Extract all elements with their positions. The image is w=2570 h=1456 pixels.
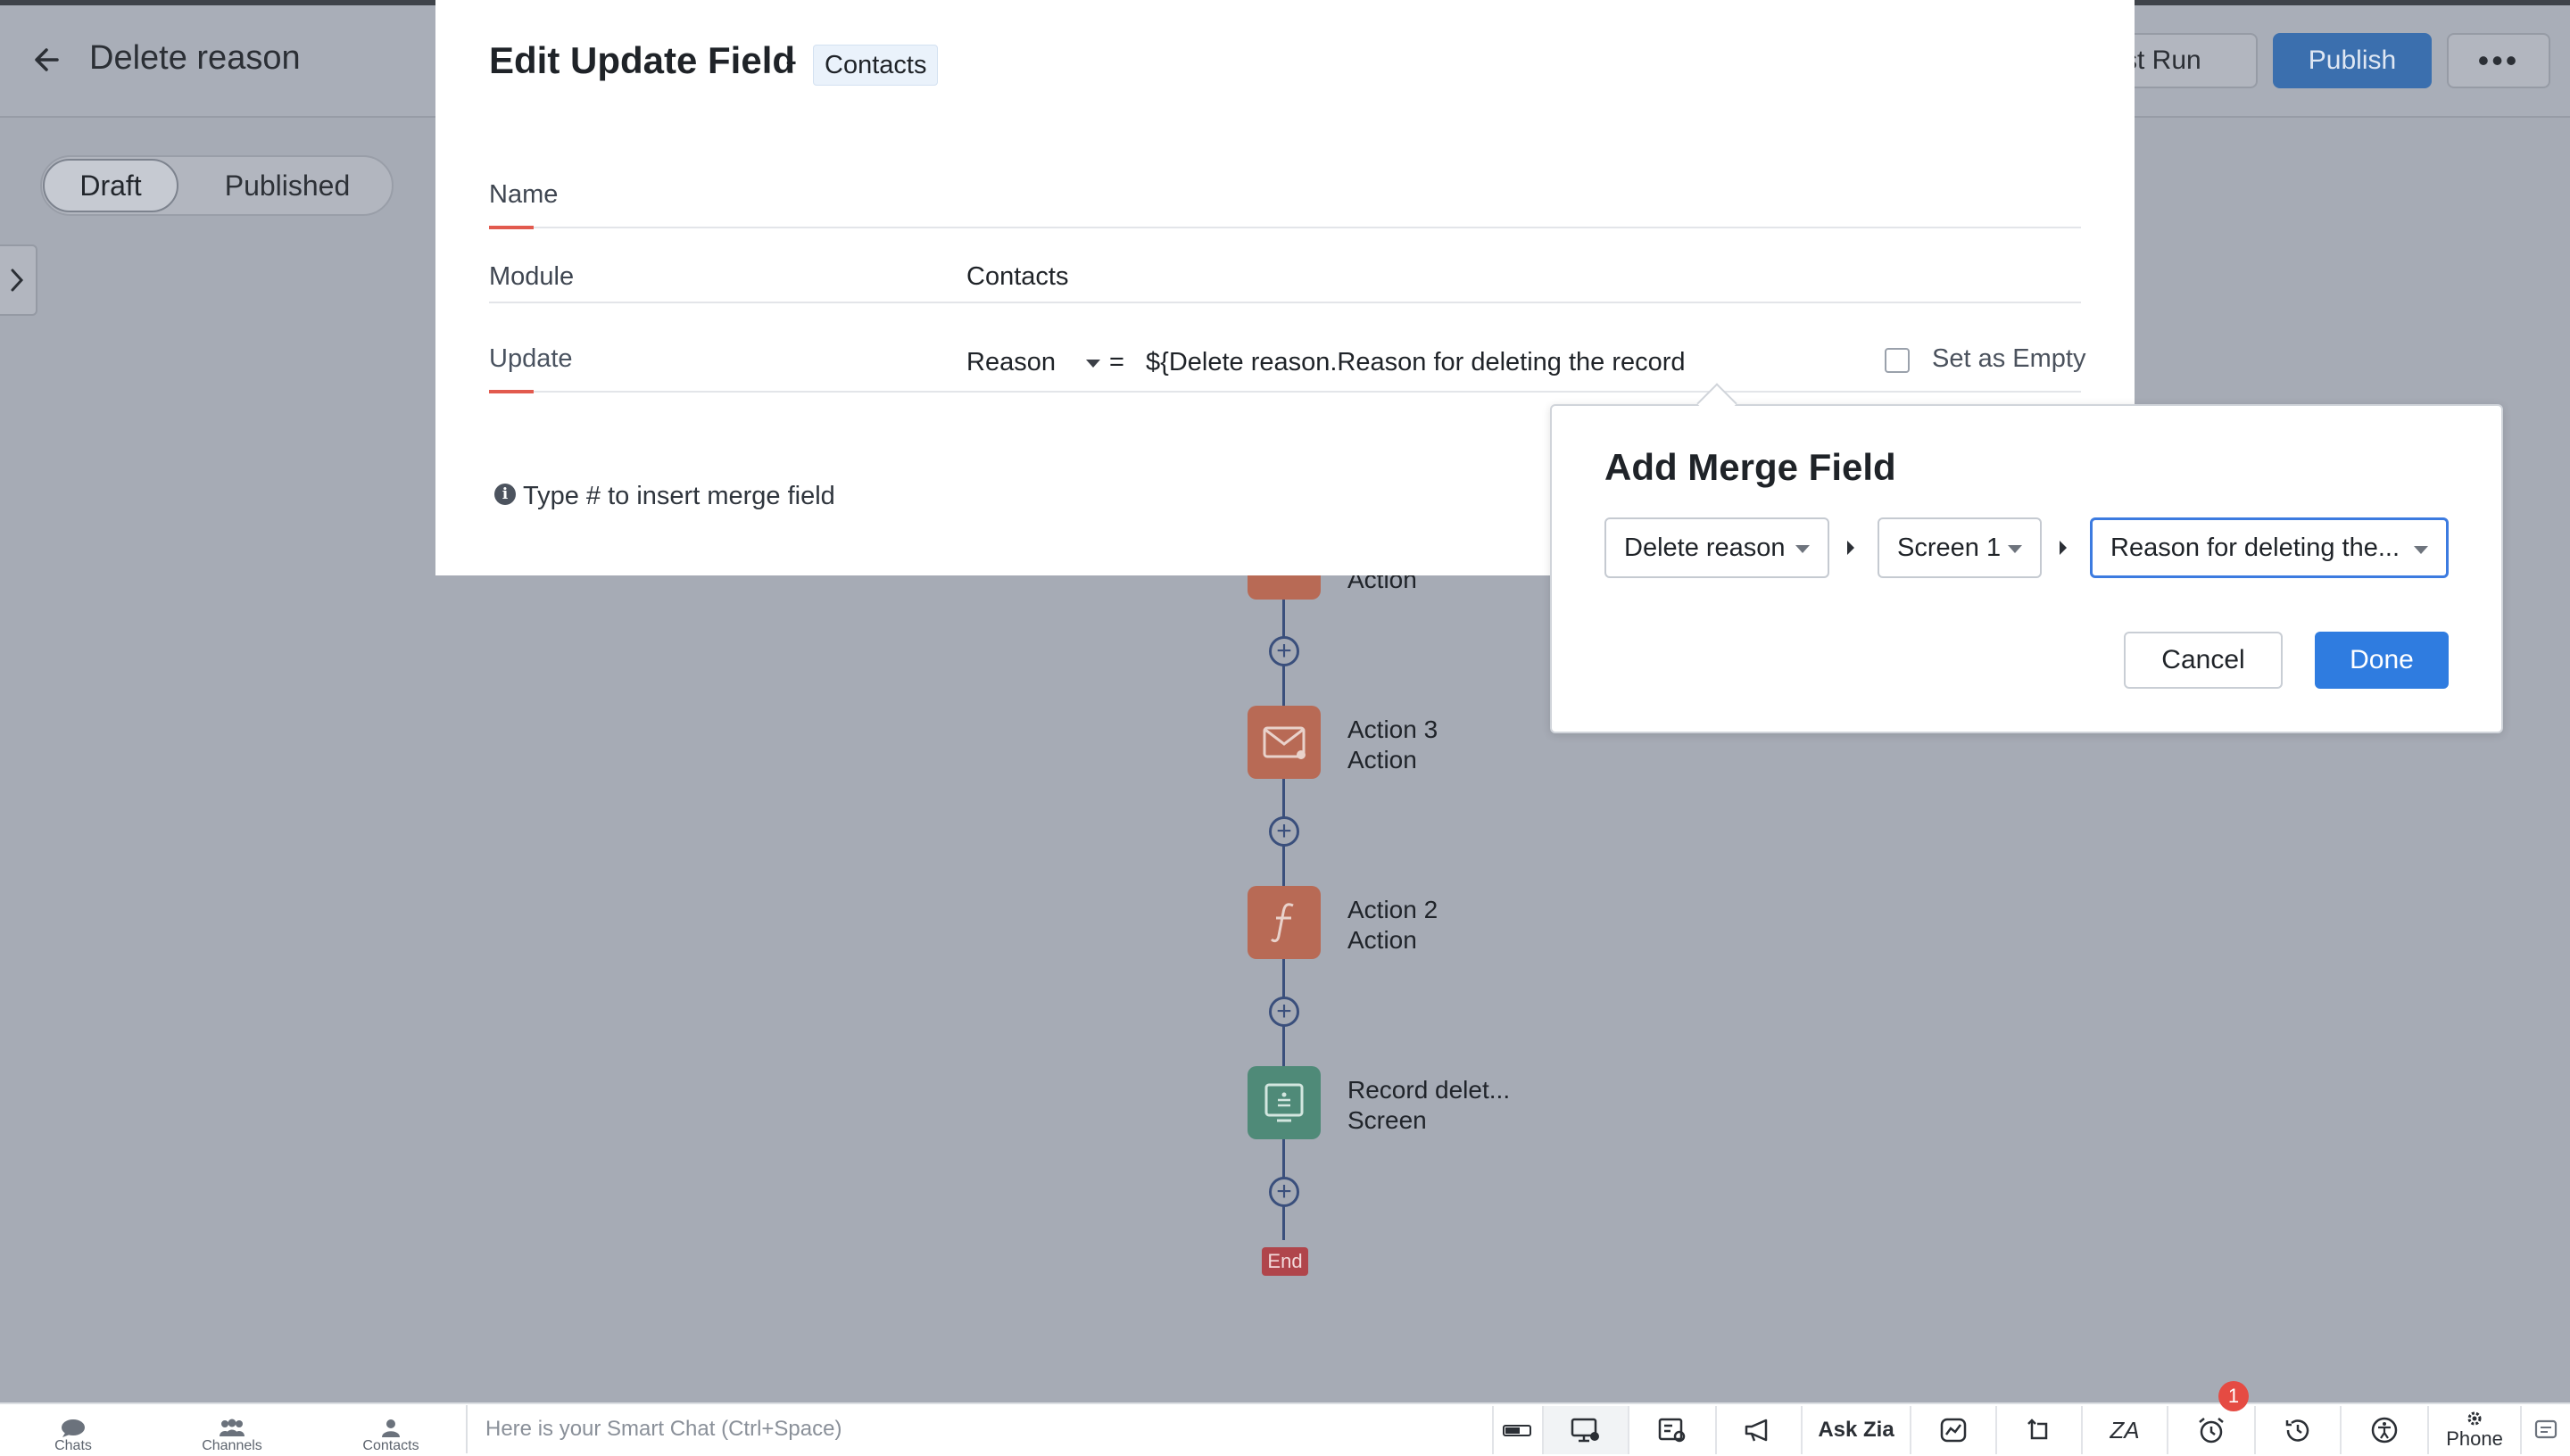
cancel-button[interactable]: Cancel	[2124, 632, 2283, 689]
module-field-line	[489, 302, 2081, 303]
notification-badge: 1	[2218, 1381, 2249, 1411]
accessibility-icon[interactable]	[2340, 1406, 2427, 1454]
flow-icon[interactable]	[1995, 1406, 2081, 1454]
add-step-icon[interactable]: +	[1269, 816, 1299, 847]
zia-icon[interactable]: ZA	[2081, 1406, 2167, 1454]
alarm-icon[interactable]	[2167, 1406, 2254, 1454]
update-field-select[interactable]: Reason	[966, 348, 1101, 377]
update-field-value: Reason	[966, 348, 1056, 376]
node-subtitle: Action	[1347, 746, 1417, 774]
screen-share-icon[interactable]	[1542, 1406, 1628, 1454]
field-select-value: Reason for deleting the...	[2110, 533, 2400, 562]
more-options-button[interactable]: •••	[2447, 33, 2550, 88]
contacts-button[interactable]: Contacts	[337, 1408, 444, 1454]
chevron-down-icon	[1795, 545, 1810, 553]
set-as-empty-label: Set as Empty	[1932, 344, 2086, 373]
chevron-down-icon	[2414, 546, 2428, 554]
popup-title: Add Merge Field	[1604, 446, 1896, 488]
module-chip: Contacts	[813, 45, 939, 86]
channels-icon	[220, 1419, 245, 1436]
function-icon	[1270, 903, 1294, 943]
done-button[interactable]: Done	[2315, 632, 2449, 689]
breadcrumb-arrow-icon	[2060, 541, 2067, 555]
contact-icon	[382, 1419, 400, 1437]
breadcrumb-arrow-icon	[1847, 541, 1854, 555]
chevron-down-icon	[1086, 359, 1101, 368]
equals-sign: =	[1109, 348, 1124, 376]
history-icon[interactable]	[2254, 1406, 2340, 1454]
battery-icon[interactable]	[1492, 1406, 1542, 1454]
contacts-label: Contacts	[362, 1438, 419, 1453]
update-field-line	[489, 391, 2081, 393]
gear-icon	[2467, 1411, 2482, 1426]
screen-select-value: Screen 1	[1897, 533, 2002, 562]
modal-title: Edit Update Field	[489, 39, 796, 81]
title-separator: -	[785, 41, 798, 80]
draft-tab[interactable]: Draft	[43, 159, 178, 212]
ask-zia-button[interactable]: Ask Zia	[1801, 1406, 1910, 1454]
expand-panel-button[interactable]	[0, 244, 37, 316]
id-card-icon[interactable]	[1628, 1406, 1715, 1454]
megaphone-icon[interactable]	[1715, 1406, 1801, 1454]
field-select[interactable]: Reason for deleting the...	[2090, 517, 2449, 578]
update-expression-input[interactable]: ${Delete reason.Reason for deleting the …	[1146, 348, 1685, 377]
module-label: Module	[489, 262, 575, 291]
node-subtitle: Screen	[1347, 1106, 1427, 1134]
required-indicator	[489, 226, 534, 229]
merge-field-hint: Type # to insert merge field	[523, 482, 835, 510]
required-indicator	[489, 390, 534, 393]
node-subtitle: Action	[1347, 926, 1417, 954]
flow-node-record-screen[interactable]	[1248, 1066, 1321, 1139]
channels-label: Channels	[202, 1438, 262, 1453]
phone-button[interactable]: Phone	[2427, 1406, 2520, 1454]
flow-title: Delete reason	[89, 39, 301, 77]
add-step-icon[interactable]: +	[1269, 636, 1299, 666]
node-title: Action 3	[1347, 716, 1438, 743]
add-step-icon[interactable]: +	[1269, 997, 1299, 1027]
set-as-empty-checkbox[interactable]	[1885, 348, 1910, 373]
screen-select[interactable]: Screen 1	[1878, 517, 2042, 578]
publish-button[interactable]: Publish	[2273, 33, 2432, 88]
screen-icon	[1264, 1083, 1304, 1122]
name-label: Name	[489, 180, 559, 209]
flow-node-action-3[interactable]	[1248, 706, 1321, 779]
module-value: Contacts	[966, 262, 1069, 291]
end-tag: End	[1262, 1247, 1308, 1276]
chats-button[interactable]: Chats	[20, 1408, 127, 1454]
chat-window-icon[interactable]	[2520, 1406, 2570, 1454]
published-tab[interactable]: Published	[198, 159, 377, 212]
update-label: Update	[489, 344, 573, 373]
source-select[interactable]: Delete reason	[1604, 517, 1829, 578]
node-title: Action 2	[1347, 896, 1438, 923]
flow-node-action-2[interactable]	[1248, 886, 1321, 959]
channels-button[interactable]: Channels	[178, 1408, 286, 1454]
name-field-line[interactable]	[489, 227, 2081, 228]
add-step-icon[interactable]: +	[1269, 1177, 1299, 1207]
chats-label: Chats	[54, 1438, 92, 1453]
chat-bubble-icon	[62, 1419, 85, 1437]
node-title: Record delet...	[1347, 1076, 1511, 1104]
analytics-icon[interactable]	[1910, 1406, 1995, 1454]
chevron-down-icon	[2008, 545, 2022, 553]
back-arrow-icon[interactable]	[30, 40, 70, 79]
source-select-value: Delete reason	[1624, 533, 1786, 562]
smart-chat-input[interactable]: Here is your Smart Chat (Ctrl+Space)	[466, 1405, 1492, 1453]
mail-icon	[1263, 726, 1306, 759]
chevron-right-icon	[11, 269, 24, 292]
info-icon: i	[494, 484, 516, 505]
phone-label: Phone	[2446, 1427, 2503, 1450]
